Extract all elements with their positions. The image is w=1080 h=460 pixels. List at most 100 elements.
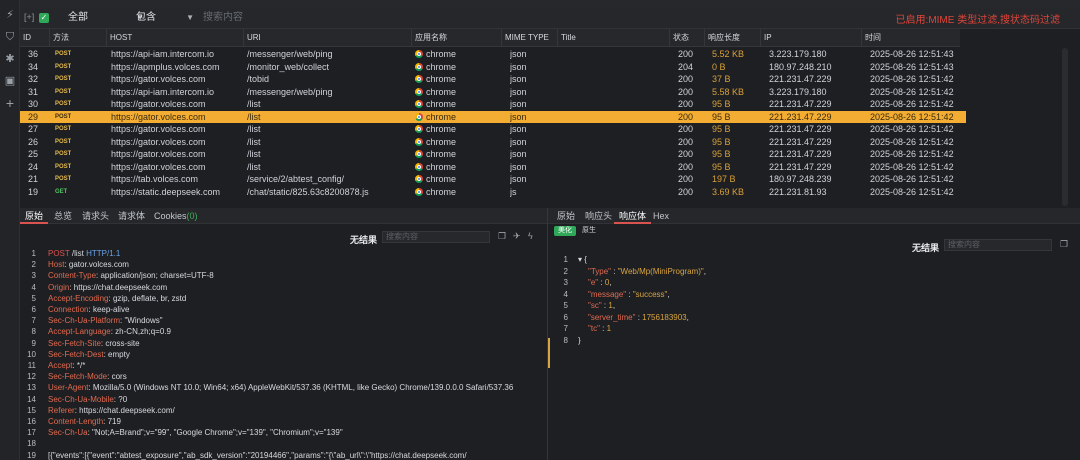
line-number: 2 <box>31 260 36 270</box>
match-select[interactable]: 包含 ▼ <box>132 10 196 26</box>
line-number: 4 <box>31 282 36 292</box>
row-status: 200 <box>678 161 694 172</box>
request-search-input[interactable]: 搜索内容 <box>382 231 490 243</box>
header-key: Content-Type <box>48 271 97 281</box>
row-host: https://gator.volces.com <box>111 161 206 172</box>
row-ip: 221.231.47.229 <box>769 74 832 84</box>
col-mime[interactable]: MIME TYPE <box>502 29 558 47</box>
row-ip: 221.231.47.229 <box>769 149 832 159</box>
line-number: 7 <box>31 316 36 326</box>
col-time[interactable]: 时间 <box>862 29 960 47</box>
table-row[interactable]: 24 POST https://gator.volces.com/list chrom… <box>20 161 966 174</box>
json-text: "tc" : 1 <box>588 323 611 335</box>
row-size: 5.52 KB <box>712 49 745 59</box>
tab-raw[interactable]: 原始 <box>20 208 49 224</box>
raw-toggle[interactable]: 原生 <box>578 226 600 236</box>
bug-icon[interactable]: ✱ <box>3 52 17 66</box>
tab-hex[interactable]: Hex <box>648 208 674 224</box>
table-row[interactable]: 26 POST https://gator.volces.com/list chrom… <box>20 136 966 149</box>
col-ip[interactable]: IP <box>761 29 862 47</box>
row-ip: 221.231.47.229 <box>769 111 832 122</box>
line-text: Content-Type: application/json; charset=… <box>48 270 214 281</box>
copy-icon[interactable]: ❐ <box>498 231 506 242</box>
row-app: chrome <box>415 98 456 111</box>
col-app[interactable]: 应用名称 <box>412 29 502 47</box>
pin-icon[interactable]: ✈ <box>513 231 521 242</box>
clipboard-icon[interactable]: ▣ <box>3 74 17 88</box>
row-app-name: chrome <box>426 61 457 72</box>
code-line: 14 Sec-Ch-Ua-Mobile: ?0 <box>20 394 540 405</box>
row-status: 200 <box>678 174 694 184</box>
row-method: POST <box>55 126 72 132</box>
tab-response-headers[interactable]: 响应头 <box>580 208 617 224</box>
line-number: 9 <box>31 338 36 348</box>
row-size: 3.69 KB <box>712 186 745 197</box>
table-row[interactable]: 32 POST https://gator.volces.com/tobid chro… <box>20 73 966 86</box>
tab-cookies[interactable]: Cookies(0) <box>149 208 203 224</box>
row-status: 200 <box>678 149 694 159</box>
chrome-icon <box>415 75 423 83</box>
col-method[interactable]: 方法 <box>50 29 107 47</box>
header-value: cross-site <box>105 338 140 348</box>
tab-raw-response[interactable]: 原始 <box>552 208 580 224</box>
bracket-icon[interactable]: [+] <box>24 12 34 22</box>
line-number: 5 <box>31 293 36 303</box>
json-key: "e" <box>588 278 599 287</box>
tab-request-body[interactable]: 请求体 <box>113 208 150 224</box>
lightning-icon[interactable]: ⚡ <box>3 8 17 22</box>
response-body-view[interactable]: 1 ▾ {2 "Type" : "Web/Mp(MiniProgram)", 3 "e"… <box>548 254 1068 454</box>
col-uri[interactable]: URI <box>244 29 412 47</box>
row-id: 24 <box>27 161 38 172</box>
table-row[interactable]: 36 POST https://api-iam.intercom.io/messen… <box>20 48 966 61</box>
line-number: 1 <box>563 255 568 264</box>
line-text: Sec-Fetch-Site: cross-site <box>48 338 140 349</box>
row-id: 29 <box>27 111 38 122</box>
table-row[interactable]: 31 POST https://api-iam.intercom.io/messen… <box>20 86 966 99</box>
copy-icon[interactable]: ❐ <box>1060 239 1068 250</box>
table-row[interactable]: 25 POST https://gator.volces.com/list chrom… <box>20 148 966 161</box>
row-status: 204 <box>678 61 694 72</box>
col-id[interactable]: ID <box>20 29 50 47</box>
row-mime: js <box>510 186 517 197</box>
table-row[interactable]: 29 POST https://gator.volces.com/list chrom… <box>20 110 966 123</box>
search-input[interactable]: 搜索内容 <box>200 10 720 26</box>
beautify-toggle[interactable]: 美化 <box>554 226 576 236</box>
tab-response-body[interactable]: 响应体 <box>614 208 652 224</box>
row-method: POST <box>55 138 72 145</box>
tab-request-headers[interactable]: 请求头 <box>77 208 114 224</box>
table-row[interactable]: 27 POST https://gator.volces.com/list chrom… <box>20 123 966 136</box>
row-app-name: chrome <box>426 86 457 97</box>
response-search-input[interactable]: 搜索内容 <box>944 239 1052 251</box>
json-line: 1 ▾ { <box>548 254 1048 266</box>
chrome-icon <box>415 87 423 96</box>
request-tabs: 原始 总览 请求头 请求体 Cookies(0) <box>20 208 547 224</box>
tab-overview[interactable]: 总览 <box>49 208 77 224</box>
table-scrollbar[interactable] <box>1062 48 1068 206</box>
col-size[interactable]: 响应长度 <box>705 29 761 47</box>
shield-icon[interactable]: ⛉ <box>3 30 17 44</box>
col-host[interactable]: HOST <box>107 29 244 47</box>
table-row[interactable]: 30 POST https://gator.volces.com/list chrom… <box>20 98 966 111</box>
table-row[interactable]: 34 POST https://apmplus.volces.com/monitor… <box>20 61 966 74</box>
col-title[interactable]: Title <box>558 29 670 47</box>
line-number: 6 <box>563 312 568 322</box>
row-app: chrome <box>415 86 456 99</box>
row-app: chrome <box>415 148 456 161</box>
row-id: 25 <box>27 149 38 159</box>
filter-bar: [+] ✓ 全部 ▼ 包含 ▼ 搜索内容 已启用:MIME 类型过滤,搜状态码过… <box>20 7 1080 29</box>
request-body: [{"events":[{"event":"abtest_exposure","… <box>48 450 467 460</box>
header-value: application/json; charset=UTF-8 <box>100 271 214 281</box>
row-mime: json <box>510 86 527 97</box>
raw-request-view[interactable]: 1 POST /list HTTP/1.1 2 Host: gator.volces.… <box>20 248 548 460</box>
table-row[interactable]: 21 POST https://tab.volces.com/service/2/a… <box>20 173 966 186</box>
code-line: 11 Accept: */* <box>20 360 540 371</box>
filter-checkbox[interactable]: ✓ <box>39 13 49 23</box>
add-icon[interactable]: + <box>3 96 17 110</box>
request-no-result: 无结果 <box>350 235 378 245</box>
row-app: chrome <box>415 136 456 149</box>
lightning-icon[interactable]: ϟ <box>528 231 533 241</box>
table-row[interactable]: 19 GET https://static.deepseek.com/chat/st… <box>20 186 966 199</box>
line-number: 17 <box>27 428 36 438</box>
col-status[interactable]: 状态 <box>670 29 705 47</box>
row-app: chrome <box>415 173 456 186</box>
